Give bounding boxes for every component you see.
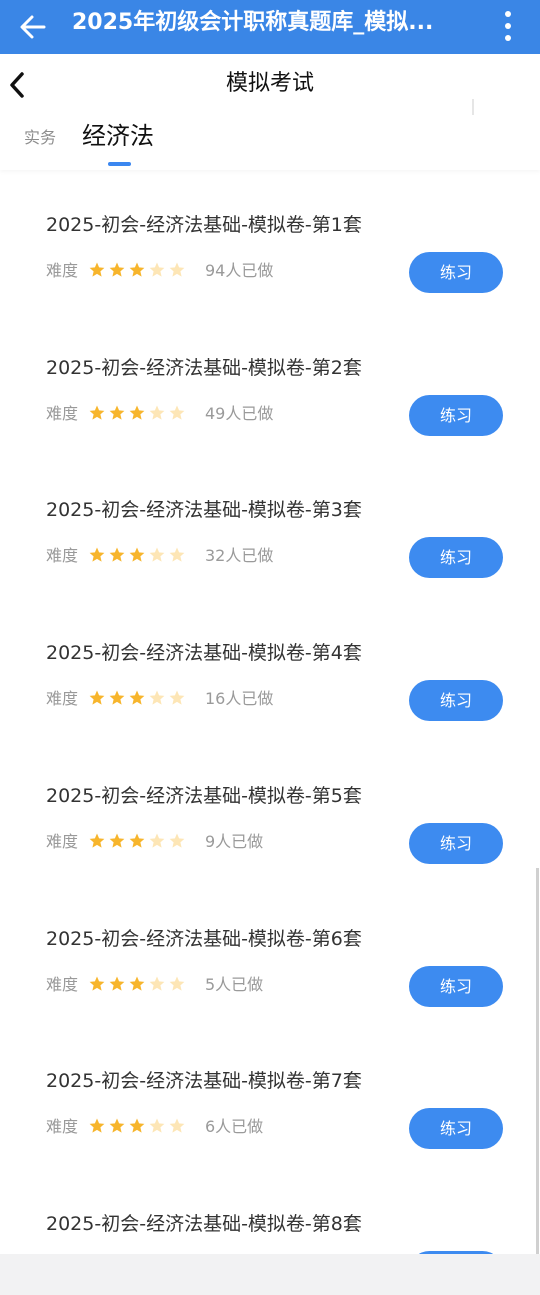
star-icon	[89, 262, 105, 277]
done-count: 94人已做	[205, 261, 274, 280]
star-icon	[109, 262, 125, 277]
star-icon	[109, 1118, 125, 1133]
list-item[interactable]: 2025-初会-经济法基础-模拟卷-第4套 难度 16人已做 练习	[0, 598, 540, 741]
difficulty-rating	[88, 975, 186, 993]
exam-title: 2025-初会-经济法基础-模拟卷-第8套	[46, 1212, 362, 1235]
difficulty-label: 难度	[46, 403, 79, 423]
star-icon	[89, 976, 105, 991]
done-count: 32人已做	[205, 546, 274, 566]
star-icon	[169, 262, 185, 277]
done-count: 9人已做	[205, 831, 264, 851]
list-item[interactable]: 2025-初会-经济法基础-模拟卷-第5套 难度 9人已做 练习	[0, 741, 540, 884]
star-icon	[149, 690, 165, 705]
exam-list[interactable]: 2025-初会-经济法基础-模拟卷-第1套 难度 94人已做 练习 2025-初会-经济…	[0, 170, 540, 1254]
star-icon	[89, 690, 105, 705]
back-arrow-icon[interactable]	[18, 12, 48, 42]
star-icon	[89, 405, 105, 420]
star-icon	[129, 1118, 145, 1133]
done-count: 6人已做	[205, 1117, 264, 1137]
star-icon	[109, 976, 125, 991]
practice-button[interactable]: 练习	[409, 537, 503, 579]
practice-button[interactable]: 练习	[409, 394, 503, 436]
exam-title: 2025-初会-经济法基础-模拟卷-第5套	[46, 784, 362, 807]
star-icon	[169, 976, 185, 991]
star-icon	[129, 690, 145, 705]
more-options-icon[interactable]	[496, 8, 520, 44]
exam-title: 2025-初会-经济法基础-模拟卷-第4套	[46, 642, 362, 665]
star-icon	[169, 547, 185, 562]
exam-title: 2025-初会-经济法基础-模拟卷-第2套	[46, 356, 362, 379]
star-icon	[129, 833, 145, 848]
star-icon	[149, 547, 165, 562]
active-tab-indicator	[108, 162, 131, 166]
star-icon	[169, 405, 185, 420]
exam-title: 2025-初会-经济法基础-模拟卷-第6套	[46, 927, 362, 950]
tab-jingjifa[interactable]: 经济法	[82, 120, 154, 152]
bottom-bar	[0, 1254, 540, 1295]
difficulty-label: 难度	[46, 689, 79, 709]
star-icon	[149, 405, 165, 420]
star-icon	[89, 1118, 105, 1133]
practice-button[interactable]: 练习	[409, 1108, 503, 1150]
exam-title: 2025-初会-经济法基础-模拟卷-第1套	[46, 214, 362, 236]
done-count: 49人已做	[205, 403, 274, 423]
difficulty-label: 难度	[46, 974, 79, 994]
star-icon	[169, 1118, 185, 1133]
star-icon	[109, 405, 125, 420]
tab-shiwu[interactable]: 实务	[24, 127, 56, 149]
star-icon	[129, 547, 145, 562]
list-item[interactable]: 2025-初会-经济法基础-模拟卷-第7套 难度 6人已做 练习	[0, 1026, 540, 1169]
star-icon	[129, 262, 145, 277]
star-icon	[109, 833, 125, 848]
list-item[interactable]: 2025-初会-经济法基础-模拟卷-第3套 难度 32人已做 练习	[0, 455, 540, 598]
list-item[interactable]: 2025-初会-经济法基础-模拟卷-第8套难度练习	[0, 1169, 540, 1254]
star-icon	[109, 690, 125, 705]
star-icon	[149, 1118, 165, 1133]
star-icon	[109, 547, 125, 562]
practice-button[interactable]: 练习	[409, 965, 503, 1007]
app-title: 2025年初级会计职称真题库_模拟...	[72, 10, 434, 35]
star-icon	[89, 547, 105, 562]
practice-button[interactable]: 练习	[409, 822, 503, 864]
difficulty-label: 难度	[46, 261, 79, 280]
done-count: 16人已做	[205, 689, 274, 709]
list-item[interactable]: 2025-初会-经济法基础-模拟卷-第1套 难度 94人已做 练习	[0, 170, 540, 313]
difficulty-label: 难度	[46, 1117, 79, 1137]
difficulty-rating	[88, 546, 186, 564]
difficulty-rating	[88, 404, 186, 422]
app-bar: 2025年初级会计职称真题库_模拟...	[0, 0, 540, 54]
difficulty-rating	[88, 261, 186, 279]
list-item[interactable]: 2025-初会-经济法基础-模拟卷-第2套 难度 49人已做 练习	[0, 313, 540, 456]
difficulty-rating	[88, 689, 186, 707]
divider	[472, 99, 474, 115]
exam-title: 2025-初会-经济法基础-模拟卷-第3套	[46, 499, 362, 522]
done-count: 5人已做	[205, 974, 264, 994]
star-icon	[169, 833, 185, 848]
difficulty-label: 难度	[46, 546, 79, 566]
star-icon	[149, 976, 165, 991]
difficulty-label: 难度	[46, 831, 79, 851]
practice-button[interactable]: 练习	[409, 680, 503, 722]
star-icon	[129, 976, 145, 991]
star-icon	[129, 405, 145, 420]
star-icon	[149, 833, 165, 848]
practice-button[interactable]: 练习	[409, 252, 503, 293]
scrollbar[interactable]	[536, 868, 539, 1254]
page-title: 模拟考试	[225, 71, 314, 96]
exam-title: 2025-初会-经济法基础-模拟卷-第7套	[46, 1070, 362, 1093]
difficulty-rating	[88, 832, 186, 850]
star-icon	[169, 690, 185, 705]
star-icon	[89, 833, 105, 848]
difficulty-rating	[88, 1117, 186, 1135]
list-item[interactable]: 2025-初会-经济法基础-模拟卷-第6套 难度 5人已做 练习	[0, 884, 540, 1027]
page-header: 模拟考试 实务 经济法	[0, 54, 540, 170]
star-icon	[149, 262, 165, 277]
